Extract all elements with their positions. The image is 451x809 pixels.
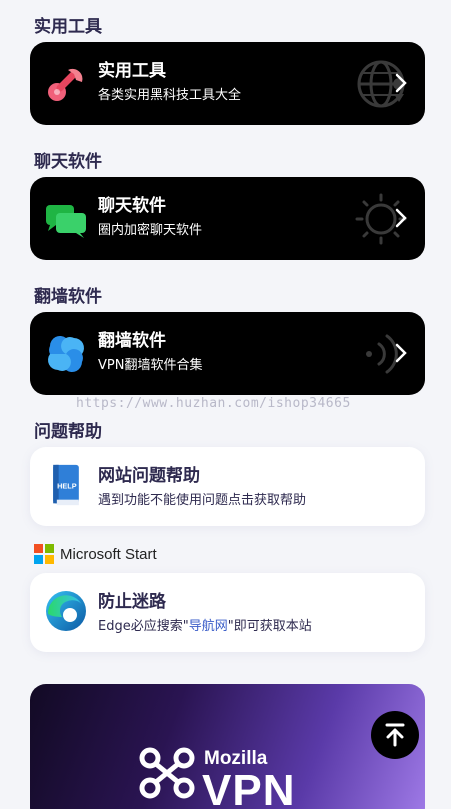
- chevron-right-icon: [395, 477, 407, 497]
- wrench-icon: [48, 68, 83, 101]
- microsoft-start-brand: Microsoft Start: [34, 544, 157, 564]
- chevron-right-icon: [395, 343, 407, 363]
- edge-subtitle-prefix: Edge必应搜索": [98, 619, 189, 634]
- microsoft-logo-icon: [34, 544, 54, 564]
- edge-card-title: 防止迷路: [98, 592, 166, 612]
- tools-card-subtitle: 各类实用黑科技工具大全: [98, 88, 242, 103]
- vpn-card[interactable]: 翻墙软件 VPN翻墙软件合集: [30, 312, 425, 395]
- section-heading-tools: 实用工具: [34, 17, 102, 37]
- help-card[interactable]: HELP 网站问题帮助 遇到功能不能使用问题点击获取帮助: [30, 447, 425, 526]
- tools-card-title: 实用工具: [98, 61, 166, 81]
- help-book-icon: HELP: [53, 464, 79, 506]
- mozilla-vpn-logo-icon: [139, 747, 195, 799]
- banner-brand-big: VPN: [202, 766, 296, 809]
- edge-card-subtitle: Edge必应搜索"导航网"即可获取本站: [98, 617, 312, 637]
- chat-card-subtitle: 圈内加密聊天软件: [98, 223, 203, 238]
- tools-card[interactable]: 实用工具 各类实用黑科技工具大全: [30, 42, 425, 125]
- section-heading-chat: 聊天软件: [34, 152, 102, 172]
- mozilla-vpn-banner[interactable]: Mozilla VPN: [30, 684, 425, 809]
- microsoft-start-label: Microsoft Start: [60, 545, 157, 563]
- nav-site-link[interactable]: 导航网: [189, 619, 228, 634]
- chat-card[interactable]: 聊天软件 圈内加密聊天软件: [30, 177, 425, 260]
- chevron-right-icon: [395, 603, 407, 623]
- chevron-right-icon: [395, 73, 407, 93]
- chevron-right-icon: [395, 208, 407, 228]
- help-card-subtitle: 遇到功能不能使用问题点击获取帮助: [98, 493, 307, 508]
- arrow-up-to-top-icon: [385, 723, 405, 747]
- section-heading-vpn: 翻墙软件: [34, 287, 102, 307]
- vpn-card-subtitle: VPN翻墙软件合集: [98, 358, 203, 373]
- help-book-label: HELP: [57, 482, 77, 491]
- vpn-card-title: 翻墙软件: [98, 331, 166, 351]
- edge-card[interactable]: 防止迷路 Edge必应搜索"导航网"即可获取本站: [30, 573, 425, 652]
- clover-icon: [48, 336, 84, 372]
- section-heading-help: 问题帮助: [34, 422, 102, 442]
- help-card-title: 网站问题帮助: [98, 466, 200, 486]
- edge-icon: [46, 591, 86, 631]
- watermark-text: https://www.huzhan.com/ishop34665: [76, 396, 351, 411]
- chat-bubbles-icon: [46, 205, 86, 238]
- back-to-top-button[interactable]: [371, 711, 419, 759]
- chat-card-title: 聊天软件: [98, 196, 166, 216]
- edge-subtitle-suffix: "即可获取本站: [227, 619, 312, 634]
